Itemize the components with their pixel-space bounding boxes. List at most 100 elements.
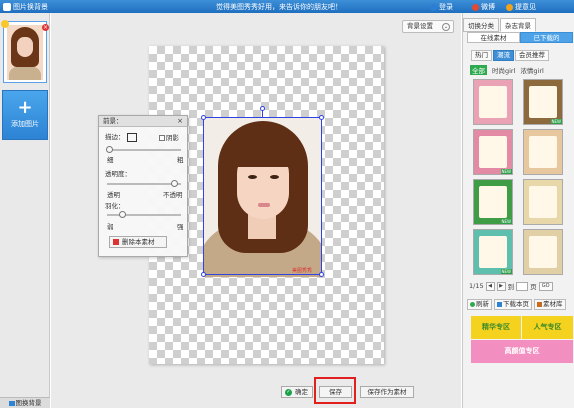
stroke-slider-knob[interactable]: [106, 146, 113, 153]
category-switch-tabs: 切换分类 杂志背景: [463, 18, 537, 32]
check-icon: ✓: [285, 389, 292, 396]
feedback-icon: [506, 3, 513, 11]
resize-handle-top-left[interactable]: [201, 115, 206, 120]
stroke-slider[interactable]: [107, 149, 181, 151]
delete-material-label: 删除本素材: [122, 238, 155, 246]
login-link[interactable]: 登录: [430, 2, 453, 12]
delete-icon: [113, 239, 119, 245]
refresh-icon: [470, 301, 475, 307]
thumbnail-image: [7, 25, 43, 80]
confirm-button[interactable]: ✓ 确定: [281, 386, 313, 398]
download-page-label: 下载本页: [503, 300, 529, 308]
subcategory-all[interactable]: 全部: [470, 65, 487, 75]
material-panel: 切换分类 杂志背景 在线素材 已下载的 热门 潮流 会员推荐 全部 时尚girl…: [462, 13, 574, 408]
page-number-input[interactable]: [516, 281, 529, 291]
subcategory-links: 全部 时尚girl 浓情girl: [470, 65, 544, 75]
tile-frame: [479, 136, 507, 168]
tile-frame: [529, 86, 557, 118]
material-tile[interactable]: [473, 79, 513, 125]
material-tile[interactable]: NEW: [473, 179, 513, 225]
promo-popular[interactable]: 人气专区: [522, 316, 573, 339]
go-button[interactable]: GO: [538, 281, 553, 291]
confirm-label: 确定: [295, 388, 308, 396]
opacity-slider[interactable]: [107, 183, 181, 185]
change-background-button[interactable]: 图换背景: [0, 397, 50, 408]
feedback-link[interactable]: 提意见: [506, 2, 536, 12]
panel-title: 前景：: [103, 117, 123, 125]
download-page-button[interactable]: 下载本页: [494, 299, 532, 310]
stroke-label: 描边：: [105, 133, 125, 141]
opacity-label: 透明度：: [105, 170, 131, 178]
material-tile[interactable]: [523, 179, 563, 225]
new-badge: NEW: [500, 219, 512, 224]
resize-handle-bottom-left[interactable]: [201, 272, 206, 277]
tile-frame: [529, 186, 557, 218]
promo-area: 精华专区 人气专区 高颜值专区: [471, 316, 573, 364]
pager: 1/15 ◀ ▶ 到 页 GO: [469, 281, 553, 291]
share-slogan[interactable]: 觉得美图秀秀好用，来告诉你的朋友吧！: [216, 2, 342, 12]
category-hot[interactable]: 热门: [471, 50, 492, 61]
strong-label: 强: [177, 223, 184, 231]
thick-label: 粗: [177, 156, 184, 164]
refresh-button[interactable]: 刷新: [467, 299, 492, 310]
background-settings-label: 背景设置: [407, 22, 433, 30]
feather-slider-knob[interactable]: [119, 211, 126, 218]
tab-downloaded[interactable]: 已下载的: [520, 32, 573, 43]
subcategory-love-girl[interactable]: 浓情girl: [520, 65, 543, 75]
feather-label: 羽化：: [105, 202, 125, 210]
remove-photo-icon[interactable]: ×: [42, 24, 49, 31]
new-badge: NEW: [500, 269, 512, 274]
image-icon: [8, 400, 15, 406]
material-source-tabs: 在线素材 已下载的: [467, 32, 573, 43]
shadow-option[interactable]: 阴影: [159, 132, 179, 142]
category-trend[interactable]: 潮流: [493, 50, 514, 61]
category-vip[interactable]: 会员推荐: [515, 50, 549, 61]
material-tile[interactable]: [523, 229, 563, 275]
page-indicator: 1/15: [469, 282, 484, 290]
material-tile[interactable]: NEW: [473, 129, 513, 175]
panel-header: 前景： ×: [99, 116, 187, 127]
tab-magazine-background[interactable]: 杂志背景: [500, 18, 536, 32]
material-tile[interactable]: NEW: [523, 79, 563, 125]
delete-material-button[interactable]: 删除本素材: [109, 236, 167, 248]
promo-featured[interactable]: 精华专区: [471, 316, 521, 339]
tile-frame: [529, 236, 557, 268]
thin-label: 细: [107, 156, 114, 164]
tab-switch-category[interactable]: 切换分类: [463, 18, 499, 32]
app-name: 图片换背景: [13, 3, 48, 11]
new-badge: NEW: [500, 169, 512, 174]
resize-handle-bottom-right[interactable]: [319, 272, 324, 277]
add-image-button[interactable]: + 添加图片: [2, 90, 48, 140]
selection-box[interactable]: [203, 117, 322, 275]
save-as-material-button[interactable]: 保存作为素材: [360, 386, 414, 398]
download-icon: [497, 301, 502, 307]
prev-page-button[interactable]: ◀: [485, 281, 495, 291]
login-label: 登录: [439, 3, 453, 11]
shadow-checkbox[interactable]: [159, 135, 165, 141]
material-library-button[interactable]: 素材库: [534, 299, 566, 310]
material-tile[interactable]: NEW: [473, 229, 513, 275]
photo-thumbnail[interactable]: ×: [1, 20, 49, 83]
background-settings-dropdown[interactable]: 背景设置 ⌄: [402, 20, 454, 33]
star-icon: [1, 20, 9, 28]
plus-icon: +: [17, 97, 33, 118]
stroke-color-swatch[interactable]: [126, 132, 137, 142]
next-page-button[interactable]: ▶: [496, 281, 506, 291]
resize-handle-top-right[interactable]: [319, 115, 324, 120]
tab-online-materials[interactable]: 在线素材: [467, 32, 520, 43]
left-panel: × + 添加图片 图换背景: [0, 13, 50, 408]
close-icon[interactable]: ×: [177, 116, 183, 127]
stroke-row: 描边：: [105, 131, 137, 142]
weibo-link[interactable]: 微博: [472, 2, 495, 12]
opacity-slider-knob[interactable]: [171, 180, 178, 187]
tile-frame: [479, 236, 507, 268]
rotate-handle[interactable]: [260, 106, 265, 111]
add-image-label: 添加图片: [11, 120, 39, 128]
save-button[interactable]: 保存: [319, 386, 352, 398]
material-tile[interactable]: [523, 129, 563, 175]
subcategory-fashion-girl[interactable]: 时尚girl: [492, 65, 515, 75]
app-title: 图片换背景: [3, 2, 48, 12]
foreground-settings-panel: 前景： × 描边： 阴影 细 粗 透明度： 透明 不透明 羽化： 弱 强 删除本素…: [98, 115, 188, 257]
promo-high-beauty[interactable]: 高颜值专区: [471, 340, 573, 363]
feedback-label: 提意见: [515, 3, 536, 11]
